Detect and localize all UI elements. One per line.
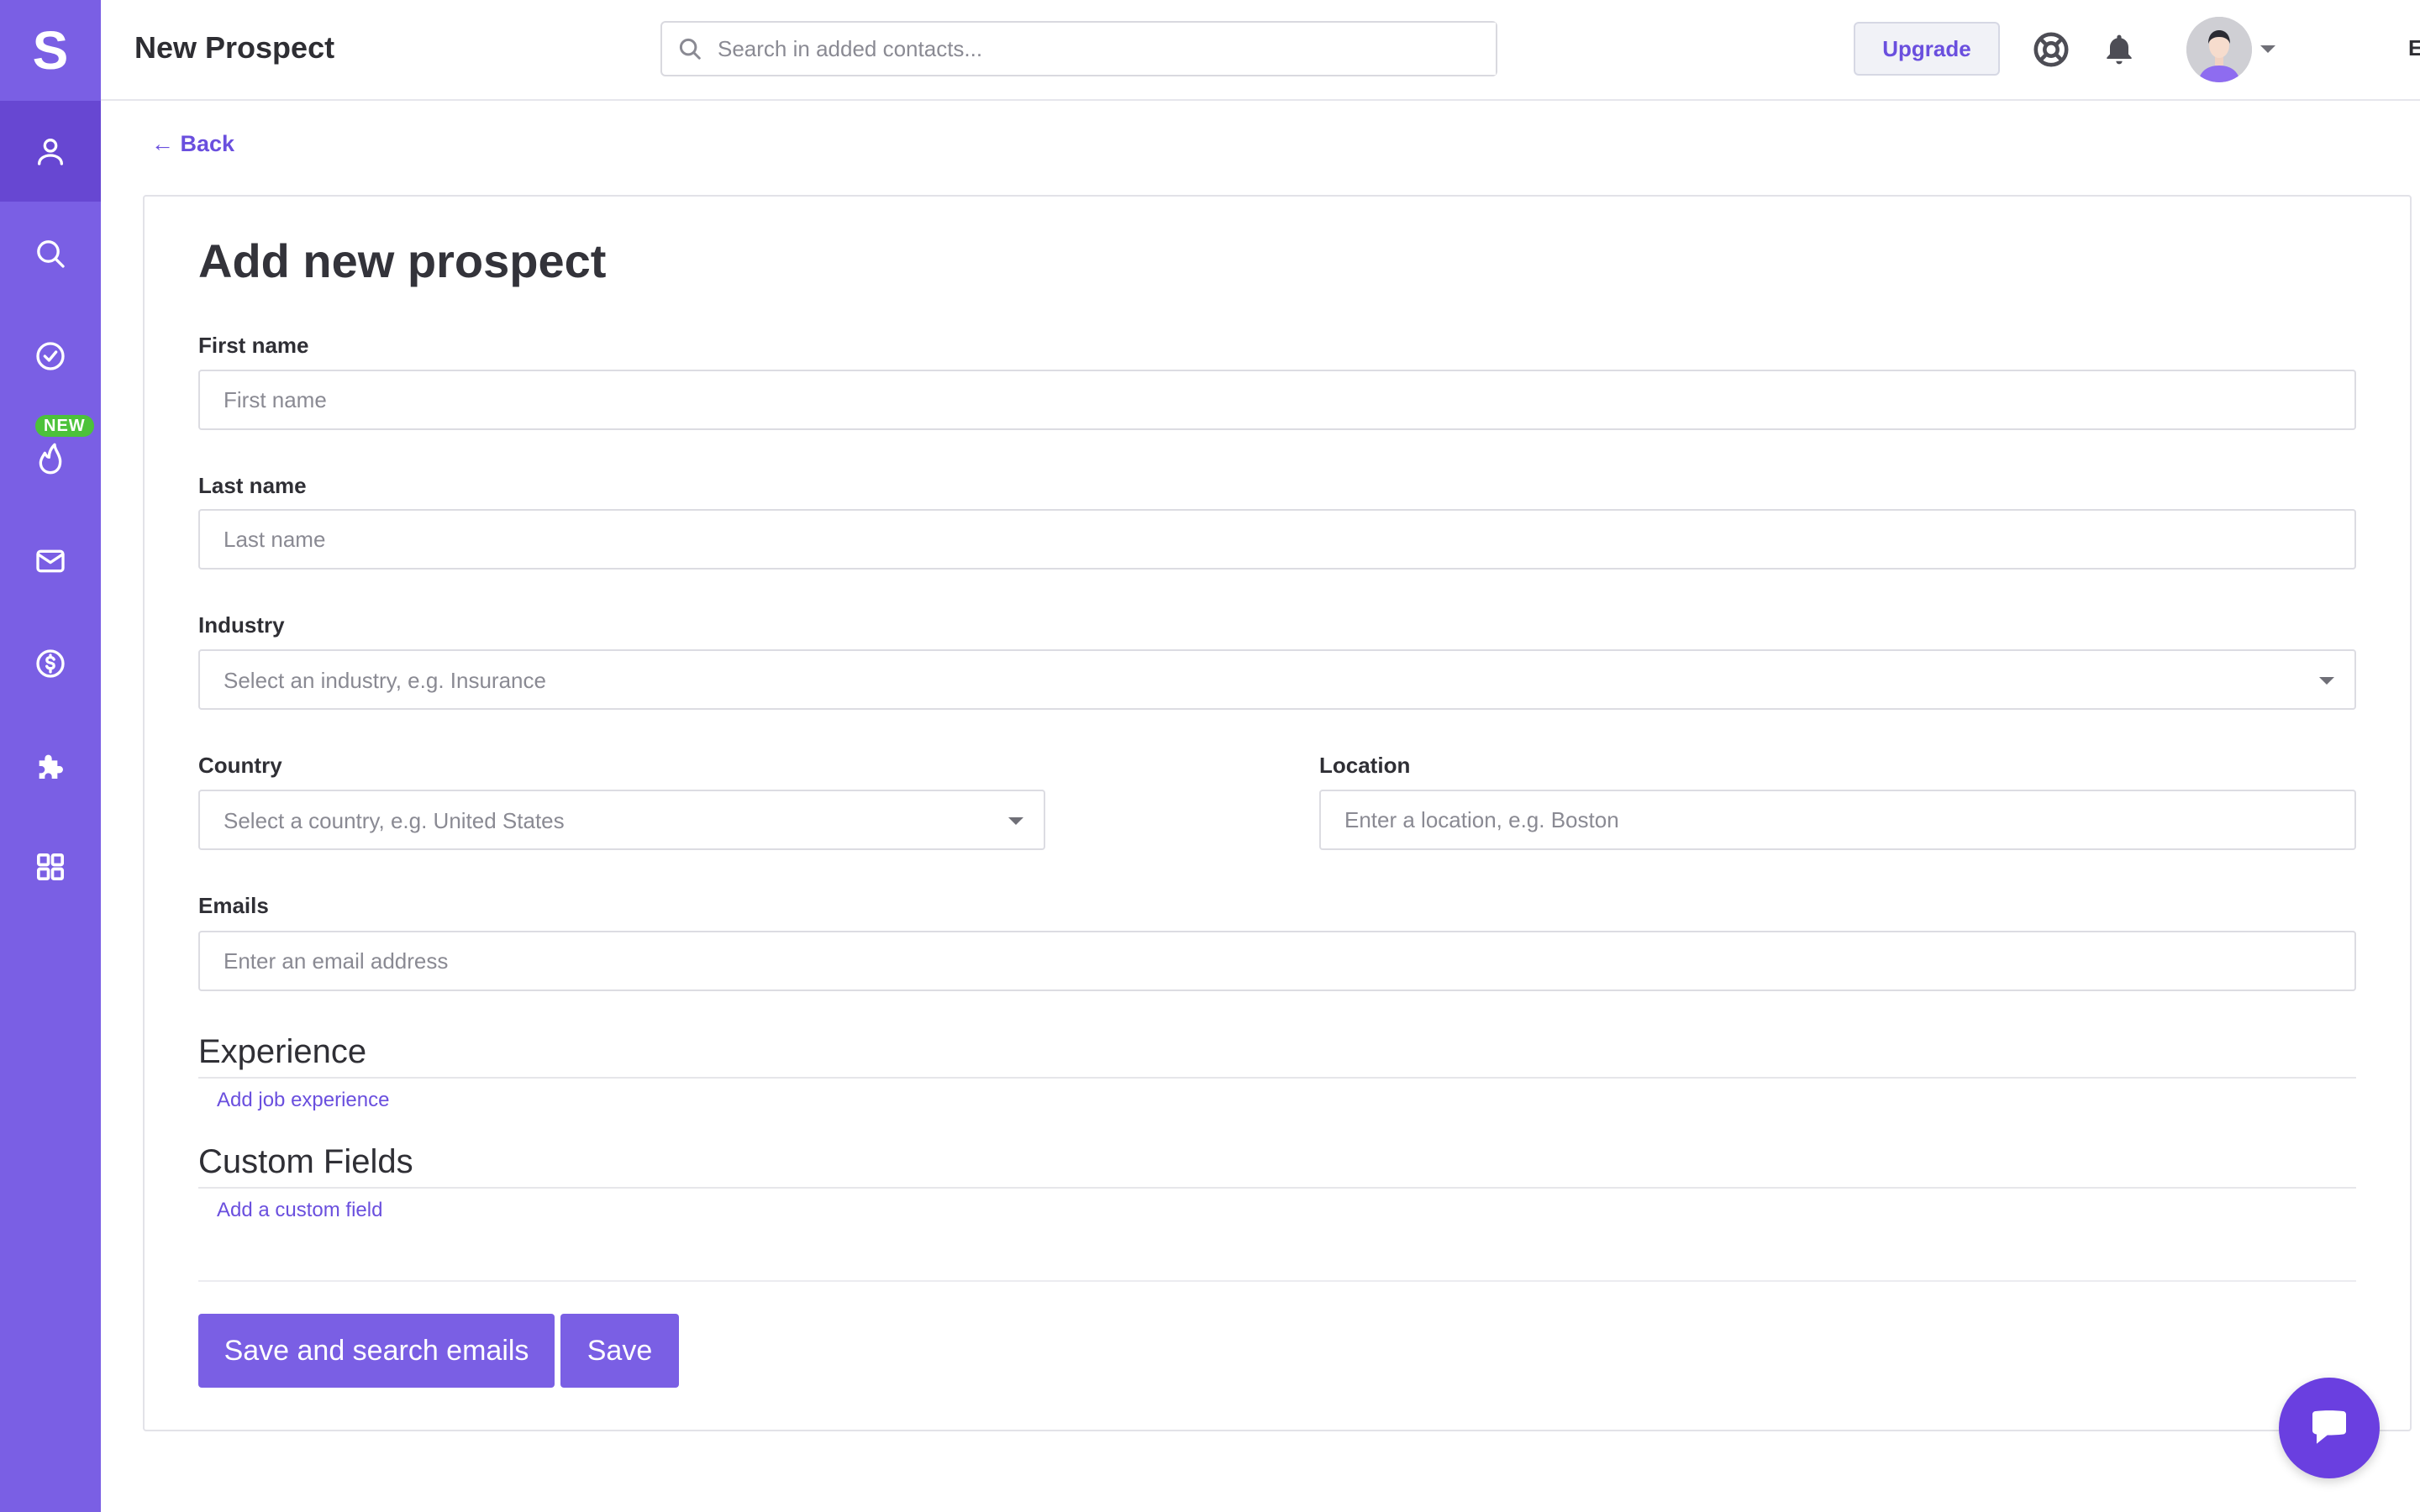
sidebar-item-campaigns[interactable] <box>0 511 101 612</box>
experience-divider <box>198 1077 2356 1079</box>
sidebar: S NEW <box>0 0 101 1512</box>
save-and-search-emails-button[interactable]: Save and search emails <box>198 1314 555 1388</box>
search-icon <box>37 240 65 268</box>
industry-label: Industry <box>198 612 285 638</box>
first-name-field[interactable] <box>198 370 2356 430</box>
bell-icon[interactable] <box>2101 30 2138 69</box>
sidebar-item-verify[interactable] <box>0 306 101 407</box>
dollar-circle-icon <box>36 649 65 678</box>
mail-icon <box>36 549 65 573</box>
custom-fields-section-title: Custom Fields <box>198 1143 413 1180</box>
add-custom-field-link[interactable]: Add a custom field <box>217 1199 382 1222</box>
industry-select[interactable]: Select an industry, e.g. Insurance <box>198 649 2356 710</box>
first-name-label: First name <box>198 333 309 358</box>
sidebar-item-apps[interactable] <box>0 816 101 917</box>
country-select-placeholder: Select a country, e.g. United States <box>224 808 565 833</box>
search-icon <box>679 38 701 60</box>
user-icon <box>38 139 64 165</box>
email-field[interactable] <box>198 931 2356 991</box>
grid-icon <box>37 853 65 880</box>
app-logo[interactable]: S <box>0 0 101 101</box>
avatar-chevron-down-icon[interactable] <box>2260 45 2275 53</box>
sidebar-item-billing[interactable] <box>0 613 101 714</box>
custom-fields-divider <box>198 1187 2356 1189</box>
sidebar-item-integrations[interactable] <box>0 716 101 816</box>
check-circle-icon <box>36 342 65 370</box>
user-avatar-icon <box>2186 17 2252 82</box>
upgrade-button[interactable]: Upgrade <box>1854 22 2000 76</box>
last-name-label: Last name <box>198 473 307 498</box>
industry-chevron-down-icon <box>2319 677 2334 685</box>
save-button[interactable]: Save <box>560 1314 679 1388</box>
last-name-field[interactable] <box>198 509 2356 570</box>
sidebar-item-prospects[interactable] <box>0 101 101 202</box>
chat-widget-button[interactable] <box>2279 1378 2380 1478</box>
avatar[interactable] <box>2186 17 2252 82</box>
add-job-experience-link[interactable]: Add job experience <box>217 1089 389 1112</box>
location-label: Location <box>1319 753 1411 778</box>
new-badge: NEW <box>35 415 94 437</box>
emails-label: Emails <box>198 893 269 918</box>
location-field[interactable] <box>1319 790 2356 850</box>
chat-bubble-icon <box>2312 1410 2346 1444</box>
help-lifebuoy-icon[interactable] <box>2032 30 2070 69</box>
country-chevron-down-icon <box>1008 817 1023 825</box>
top-header: New Prospect Upgrade EN <box>101 0 2420 101</box>
sidebar-item-search[interactable] <box>0 203 101 304</box>
country-label: Country <box>198 753 282 778</box>
form-heading: Add new prospect <box>198 234 607 287</box>
form-footer-divider <box>198 1280 2356 1282</box>
logo-letter: S <box>32 20 69 81</box>
page-title: New Prospect <box>134 30 335 65</box>
back-link[interactable]: ← Back <box>151 131 234 157</box>
search-box[interactable] <box>660 21 1497 76</box>
search-input[interactable] <box>716 23 1496 75</box>
experience-section-title: Experience <box>198 1033 367 1070</box>
country-select[interactable]: Select a country, e.g. United States <box>198 790 1045 850</box>
puzzle-icon <box>39 754 63 779</box>
language-selector[interactable]: EN <box>2408 35 2420 61</box>
flame-icon <box>39 443 62 475</box>
industry-select-placeholder: Select an industry, e.g. Insurance <box>224 668 546 693</box>
